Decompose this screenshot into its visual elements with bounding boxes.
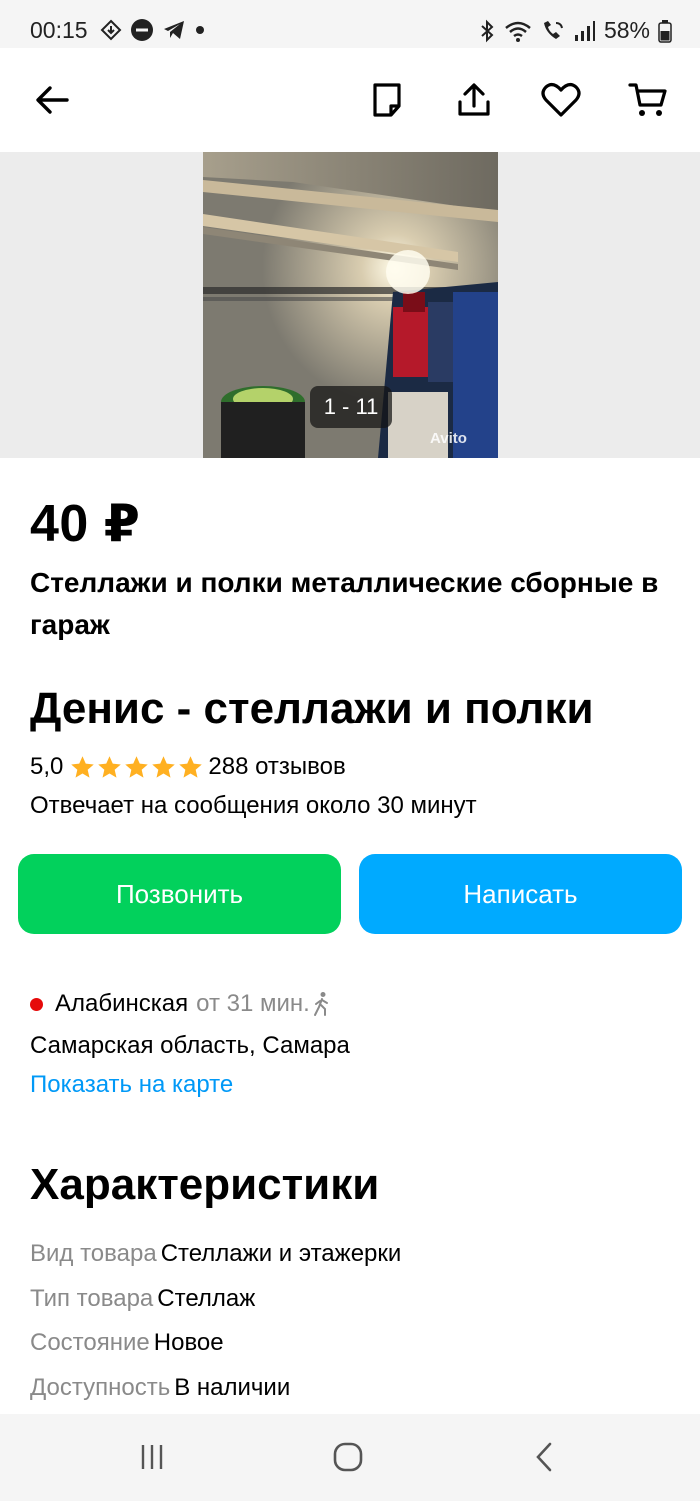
spec-key: Состояние (30, 1329, 150, 1356)
spec-key: Доступность (30, 1374, 171, 1401)
cart-icon (628, 83, 667, 116)
cart-button[interactable] (626, 78, 670, 122)
spec-row: Состояние Новое (30, 1329, 224, 1357)
share-button[interactable] (452, 78, 496, 122)
spec-row: Тип товара Стеллаж (30, 1285, 255, 1313)
photo-counter: 1 - 11 (310, 386, 392, 428)
wifi-icon (505, 21, 531, 42)
seller-name[interactable]: Денис - стеллажи и полки (30, 684, 594, 734)
metro-line-dot (30, 997, 43, 1011)
address: Самарская область, Самара (30, 1032, 350, 1059)
write-button[interactable]: Написать (359, 854, 682, 934)
price: 40 ₽ (30, 495, 141, 553)
dnd-icon (131, 19, 153, 41)
star-icon (71, 755, 95, 778)
note-button[interactable] (365, 78, 409, 122)
metro-station-row: Алабинская от 31 мин. (30, 990, 332, 1018)
download-icon (100, 19, 122, 41)
show-on-map-link[interactable]: Показать на карте (30, 1071, 233, 1099)
spec-value: В наличии (174, 1374, 291, 1401)
spec-key: Вид товара (30, 1240, 157, 1267)
recent-apps-button[interactable] (132, 1440, 172, 1474)
battery-percent: 58% (603, 17, 650, 43)
home-icon (333, 1442, 363, 1472)
heart-icon (541, 83, 581, 117)
characteristics-title: Характеристики (30, 1160, 380, 1209)
share-icon (458, 83, 490, 116)
telegram-icon (164, 21, 184, 39)
back-button[interactable] (30, 78, 74, 122)
star-icon (179, 755, 203, 778)
response-time: Отвечает на сообщения около 30 минут (30, 792, 477, 819)
reviews-count: 288 отзывов (208, 753, 346, 780)
star-icon (98, 755, 122, 778)
spec-row: Вид товара Стеллажи и этажерки (30, 1240, 401, 1268)
status-right: 58% (478, 17, 672, 44)
note-icon (373, 83, 401, 117)
notification-dot-icon (196, 26, 204, 34)
avito-watermark: Avito (430, 430, 467, 447)
call-button[interactable]: Позвонить (18, 854, 341, 934)
walking-icon (313, 992, 328, 1016)
favorite-button[interactable] (539, 78, 583, 122)
spec-value: Стеллажи и этажерки (160, 1240, 402, 1267)
metro-walk-time: от 31 мин. (196, 990, 310, 1017)
signal-icon (574, 20, 595, 41)
spec-value: Новое (153, 1329, 224, 1356)
bluetooth-icon (481, 19, 494, 42)
wifi-calling-icon (543, 20, 563, 39)
back-chevron-icon (536, 1442, 552, 1472)
recent-apps-icon (141, 1445, 163, 1469)
back-arrow-icon (36, 86, 69, 114)
metro-station: Алабинская (55, 990, 189, 1017)
system-nav-bar (0, 1414, 700, 1501)
spec-key: Тип товара (30, 1285, 154, 1312)
battery-icon (658, 19, 672, 43)
star-icon (152, 755, 176, 778)
status-left-icons (100, 18, 206, 42)
home-button[interactable] (328, 1440, 368, 1474)
rating-value: 5,0 (30, 753, 64, 780)
star-icon (125, 755, 149, 778)
status-time: 00:15 (30, 17, 88, 43)
listing-title: Стеллажи и полки металлические сборные в… (30, 567, 659, 640)
seller-rating-row[interactable]: 5,0 288 отзывов (30, 753, 346, 781)
back-nav-button[interactable] (524, 1440, 564, 1474)
spec-value: Стеллаж (157, 1285, 256, 1312)
spec-row: Доступность В наличии (30, 1374, 290, 1402)
rating-stars (69, 754, 204, 781)
app-header (0, 48, 700, 152)
